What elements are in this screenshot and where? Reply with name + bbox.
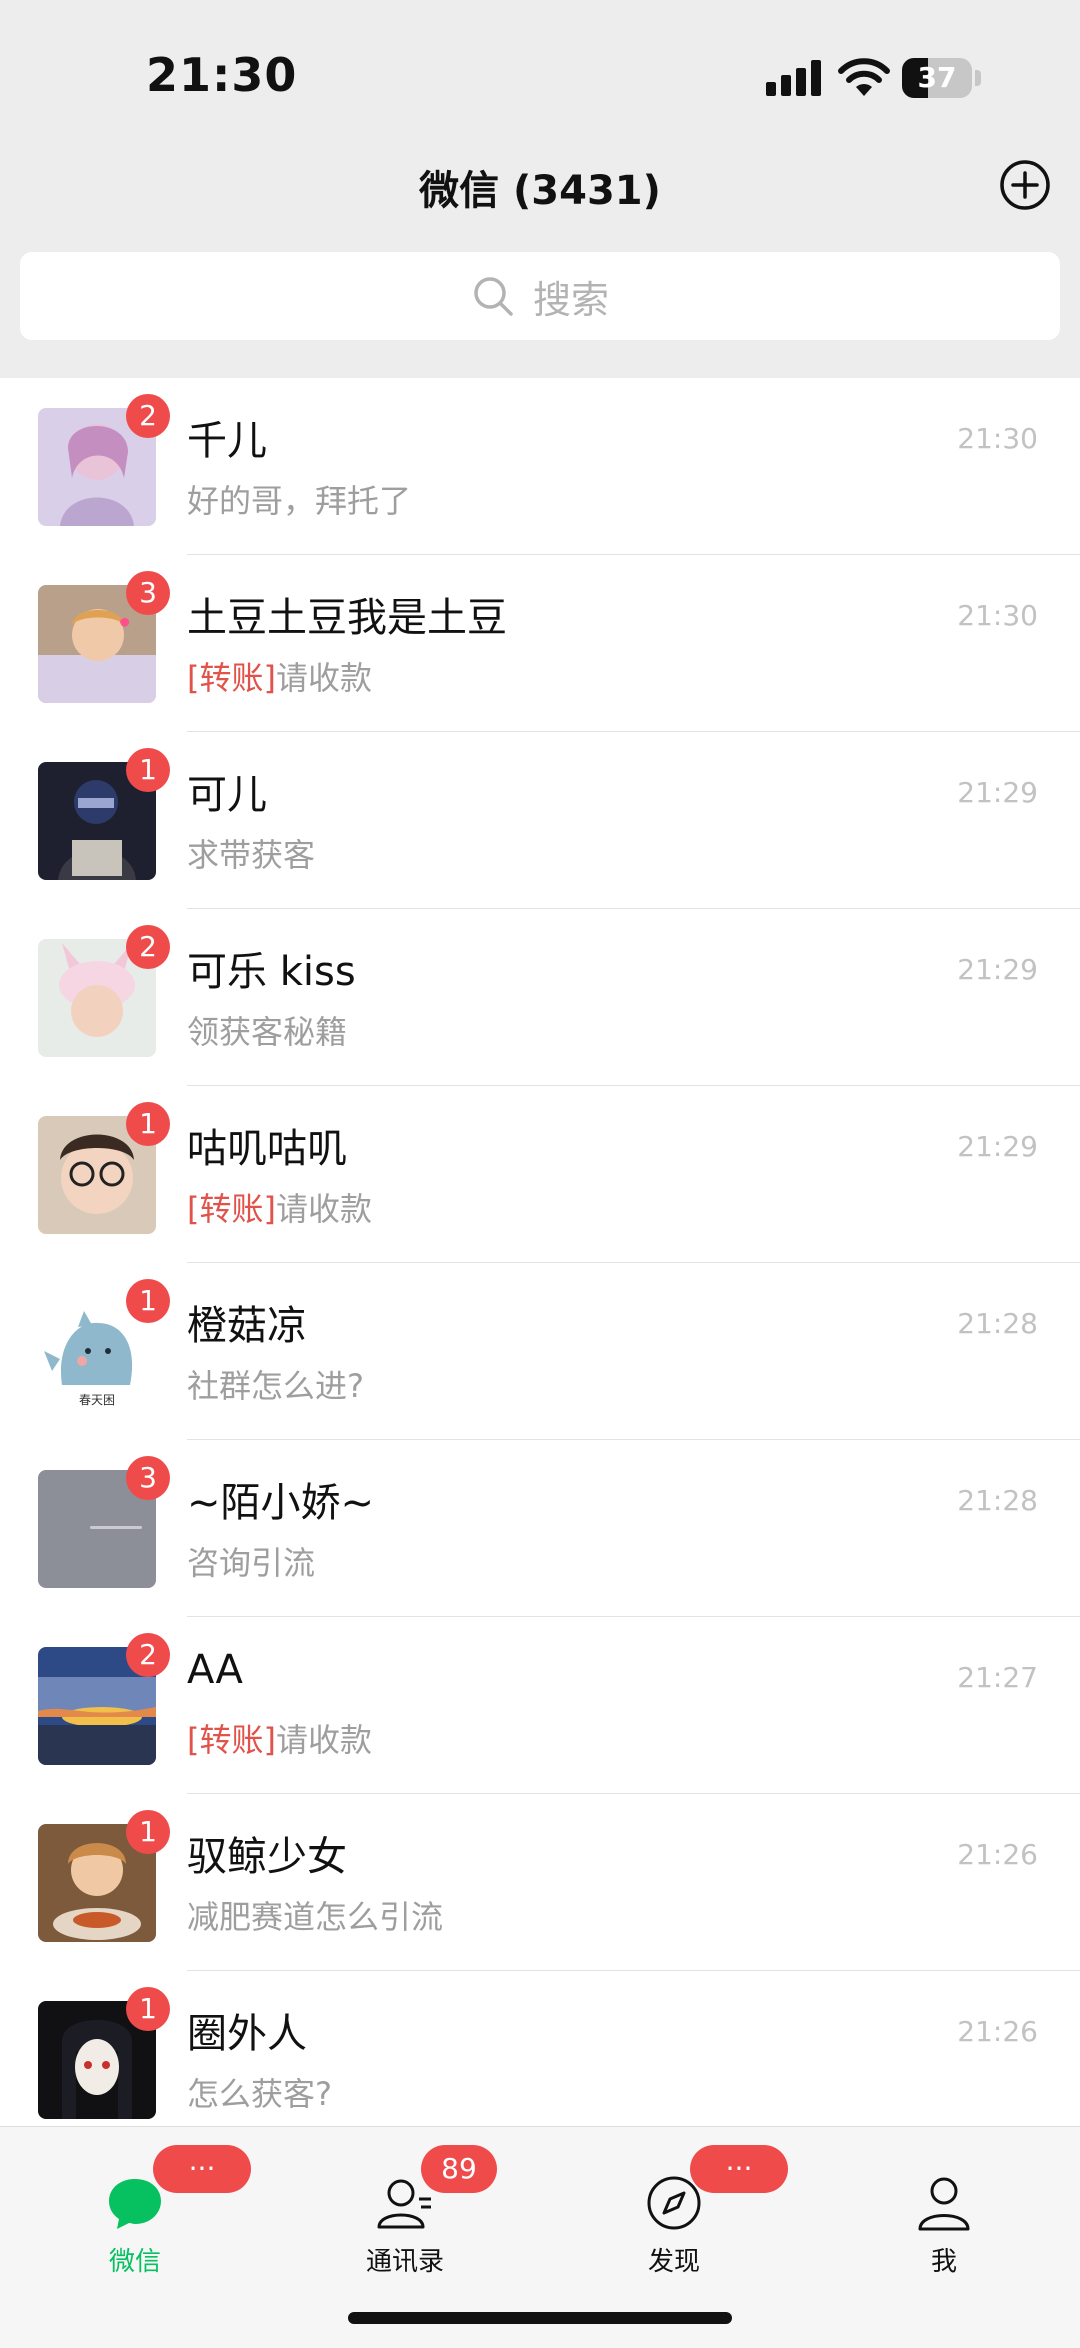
- chat-preview-text: 咨询引流: [187, 1544, 316, 1582]
- chat-preview-text: 好的哥，拜托了: [187, 482, 412, 520]
- chat-name: 可儿: [187, 772, 267, 818]
- unread-badge: 1: [126, 748, 170, 792]
- tab-badge: ···: [690, 2145, 788, 2193]
- chat-row[interactable]: 春天困 1 橙菇凉 21:28 社群怎么进?: [0, 1263, 1080, 1440]
- chat-row[interactable]: 3 ~陌小娇~ 21:28 咨询引流: [0, 1440, 1080, 1617]
- chat-preview: 好的哥，拜托了: [187, 476, 411, 522]
- cellular-signal-icon: [766, 60, 821, 96]
- chat-name: 千儿: [187, 418, 267, 464]
- chat-preview: 怎么获客?: [187, 2069, 332, 2115]
- unread-badge: 1: [126, 1987, 170, 2031]
- battery-indicator: 37: [902, 58, 982, 98]
- battery-level: 37: [917, 61, 957, 94]
- avatar-caption: 春天困: [78, 1393, 115, 1407]
- chat-name: 土豆土豆我是土豆: [187, 595, 507, 641]
- tab-label: 微信: [108, 2247, 161, 2277]
- chat-time: 21:30: [957, 599, 1038, 632]
- chat-name: AA: [187, 1647, 243, 1693]
- chat-row[interactable]: 1 咕叽咕叽 21:29 [转账]请收款: [0, 1086, 1080, 1263]
- chat-row[interactable]: 2 可乐 kiss 21:29 领获客秘籍: [0, 909, 1080, 1086]
- chat-time: 21:29: [957, 953, 1038, 986]
- chat-name: 可乐 kiss: [187, 949, 356, 995]
- status-time: 21:30: [146, 48, 298, 102]
- chat-name: 驭鲸少女: [187, 1834, 347, 1880]
- chat-preview-text: 请收款: [275, 1190, 372, 1228]
- tab-badge: 89: [421, 2145, 497, 2193]
- chat-time: 21:28: [957, 1484, 1038, 1517]
- chat-preview-text: 请收款: [275, 659, 372, 697]
- chat-row[interactable]: 2 千儿 21:30 好的哥，拜托了: [0, 378, 1080, 555]
- tab-contacts[interactable]: 通讯录 89: [315, 2145, 497, 2285]
- add-plus-icon[interactable]: [998, 158, 1052, 212]
- chat-preview: 社群怎么进?: [187, 1361, 364, 1407]
- unread-badge: 1: [126, 1102, 170, 1146]
- tab-badge: ···: [153, 2145, 251, 2193]
- unread-badge: 3: [126, 571, 170, 615]
- chat-preview: 咨询引流: [187, 1538, 315, 1584]
- unread-badge: 2: [126, 925, 170, 969]
- unread-badge: 3: [126, 1456, 170, 1500]
- unread-badge: 1: [126, 1279, 170, 1323]
- unread-badge: 2: [126, 1633, 170, 1677]
- chat-preview-text: 领获客秘籍: [187, 1013, 348, 1051]
- search-icon: [474, 277, 513, 316]
- chat-preview: [转账]请收款: [187, 653, 372, 699]
- chat-time: 21:30: [957, 422, 1038, 455]
- tab-label: 通讯录: [365, 2247, 444, 2277]
- chat-name: ~陌小娇~: [187, 1480, 375, 1526]
- transfer-tag: [转账]: [187, 1721, 276, 1759]
- chat-preview-text: 社群怎么进?: [187, 1367, 364, 1405]
- chat-row[interactable]: 3 土豆土豆我是土豆 21:30 [转账]请收款: [0, 555, 1080, 732]
- wifi-icon: [838, 58, 890, 96]
- transfer-tag: [转账]: [187, 1190, 276, 1228]
- chat-row[interactable]: 2 AA 21:27 [转账]请收款: [0, 1617, 1080, 1794]
- tab-label: 发现: [647, 2247, 700, 2277]
- chat-preview: 领获客秘籍: [187, 1007, 347, 1053]
- chat-time: 21:27: [957, 1661, 1038, 1694]
- chat-time: 21:29: [957, 1130, 1038, 1163]
- transfer-tag: [转账]: [187, 659, 276, 697]
- chat-preview-text: 减肥赛道怎么引流: [187, 1898, 444, 1936]
- chat-preview-text: 求带获客: [187, 836, 316, 874]
- tab-label: 我: [930, 2247, 957, 2277]
- chat-preview-text: 请收款: [275, 1721, 372, 1759]
- tab-me[interactable]: 我: [854, 2145, 1034, 2285]
- chat-time: 21:29: [957, 776, 1038, 809]
- chat-time: 21:26: [957, 1838, 1038, 1871]
- chat-list: 2 千儿 21:30 好的哥，拜托了 3 土豆土豆我是土豆 21:30 [转账]…: [0, 378, 1080, 2148]
- search-placeholder: 搜索: [532, 277, 609, 322]
- chat-preview: 减肥赛道怎么引流: [187, 1892, 443, 1938]
- home-indicator[interactable]: [348, 2312, 732, 2324]
- person-icon: [918, 2177, 970, 2231]
- chat-preview: 求带获客: [187, 830, 315, 876]
- chat-name: 橙菇凉: [187, 1303, 307, 1349]
- chat-name: 圈外人: [187, 2011, 307, 2057]
- chat-row[interactable]: 1 可儿 21:29 求带获客: [0, 732, 1080, 909]
- tab-discover[interactable]: 发现 ···: [584, 2145, 788, 2285]
- chat-time: 21:26: [957, 2015, 1038, 2048]
- chat-preview: [转账]请收款: [187, 1715, 372, 1761]
- search-bar[interactable]: 搜索: [20, 252, 1060, 340]
- chat-row[interactable]: 1 圈外人 21:26 怎么获客?: [0, 1971, 1080, 2148]
- chat-preview: [转账]请收款: [187, 1184, 372, 1230]
- chat-row[interactable]: 1 驭鲸少女 21:26 减肥赛道怎么引流: [0, 1794, 1080, 1971]
- unread-badge: 1: [126, 1810, 170, 1854]
- chat-preview-text: 怎么获客?: [187, 2075, 332, 2113]
- tab-chats[interactable]: 微信 ···: [45, 2145, 251, 2285]
- chat-name: 咕叽咕叽: [187, 1126, 347, 1172]
- status-bar: 21:30 37: [0, 0, 1080, 140]
- chat-time: 21:28: [957, 1307, 1038, 1340]
- page-title: 微信 (3431): [419, 168, 661, 214]
- unread-badge: 2: [126, 394, 170, 438]
